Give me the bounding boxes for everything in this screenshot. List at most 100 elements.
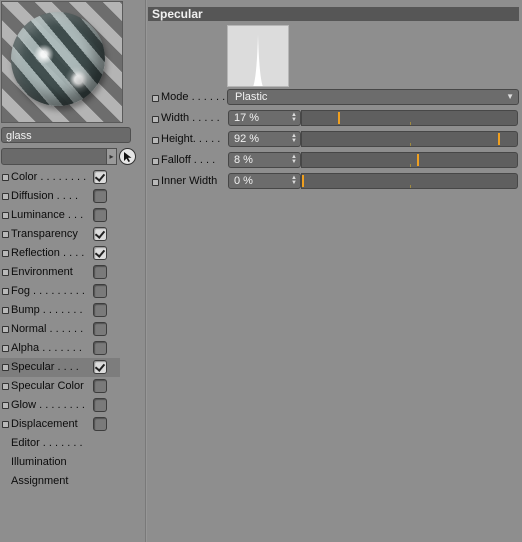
param-slider[interactable] <box>301 173 518 189</box>
panel-title: Specular <box>148 7 519 21</box>
channel-checkbox[interactable] <box>93 360 107 374</box>
channel-dot-icon <box>2 231 9 238</box>
channel-checkbox[interactable] <box>93 284 107 298</box>
param-slider[interactable] <box>301 110 518 126</box>
param-value-field[interactable]: 0 % ▲ ▼ <box>228 173 301 189</box>
tab-item[interactable]: Illumination <box>11 456 67 468</box>
slider-handle[interactable] <box>338 112 340 124</box>
channel-checkbox[interactable] <box>93 341 107 355</box>
channel-label: Glow . . . . . . . . <box>11 399 85 411</box>
param-row: Falloff . . . . 8 % ▲ ▼ <box>148 152 520 169</box>
channel-checkbox[interactable] <box>93 265 107 279</box>
channel-list-pane: glass ▸ Color . . . . . . . . Diffusion .… <box>0 0 145 542</box>
channel-dot-icon <box>2 288 9 295</box>
channel-dot-icon <box>2 307 9 314</box>
channel-dot-icon <box>2 326 9 333</box>
spinner-arrows-icon[interactable]: ▲ ▼ <box>291 112 297 123</box>
param-label: Height. . . . . <box>161 133 221 145</box>
material-path-field[interactable] <box>1 148 107 165</box>
pick-arrow-icon[interactable] <box>119 148 136 165</box>
spinner-arrows-icon[interactable]: ▲ ▼ <box>291 154 297 165</box>
channel-label: Alpha . . . . . . . <box>11 342 82 354</box>
param-row: Height. . . . . 92 % ▲ ▼ <box>148 131 520 148</box>
channel-dot-icon <box>2 174 9 181</box>
tab-item[interactable]: Editor . . . . . . . <box>11 437 83 449</box>
animate-dot-icon[interactable] <box>152 158 159 165</box>
channel-item[interactable]: Bump . . . . . . . <box>0 301 143 320</box>
param-value-field[interactable]: 92 % ▲ ▼ <box>228 131 301 147</box>
material-name-field[interactable]: glass <box>1 127 131 143</box>
channel-item[interactable]: Alpha . . . . . . . <box>0 339 143 358</box>
spinner-arrows-icon[interactable]: ▲ ▼ <box>291 175 297 186</box>
chevron-down-icon: ▼ <box>506 92 514 101</box>
pane-splitter[interactable] <box>145 0 147 542</box>
channel-label: Diffusion . . . . <box>11 190 79 202</box>
channel-label: Transparency <box>11 228 78 240</box>
channel-checkbox[interactable] <box>93 303 107 317</box>
channel-item[interactable]: Diffusion . . . . <box>0 187 143 206</box>
slider-handle[interactable] <box>417 154 419 166</box>
channel-item[interactable]: Fog . . . . . . . . . <box>0 282 143 301</box>
specular-curve-preview <box>227 25 289 87</box>
channel-checkbox[interactable] <box>93 208 107 222</box>
channel-checkbox[interactable] <box>93 246 107 260</box>
slider-midtick <box>410 185 411 188</box>
channel-label: Specular . . . . <box>11 361 79 373</box>
channel-label: Environment <box>11 266 73 278</box>
slider-handle[interactable] <box>302 175 304 187</box>
channel-label: Fog . . . . . . . . . <box>11 285 85 297</box>
param-value: 92 % <box>234 133 260 145</box>
mode-value: Plastic <box>235 91 268 103</box>
channel-label: Displacement <box>11 418 78 430</box>
channel-item[interactable]: Color . . . . . . . . <box>0 168 143 187</box>
channel-dot-icon <box>2 345 9 352</box>
channel-checkbox[interactable] <box>93 170 107 184</box>
channel-checkbox[interactable] <box>93 227 107 241</box>
slider-handle[interactable] <box>498 133 500 145</box>
channel-dot-icon <box>2 250 9 257</box>
mode-dropdown[interactable]: Plastic ▼ <box>227 89 519 105</box>
param-value-field[interactable]: 17 % ▲ ▼ <box>228 110 301 126</box>
channel-dot-icon <box>2 383 9 390</box>
channel-checkbox[interactable] <box>93 189 107 203</box>
channel-item[interactable]: Transparency <box>0 225 143 244</box>
material-preview[interactable] <box>1 1 123 123</box>
param-label: Falloff . . . . <box>161 154 216 166</box>
slider-midtick <box>410 122 411 125</box>
param-row: Width . . . . . 17 % ▲ ▼ <box>148 110 520 127</box>
animate-dot-icon[interactable] <box>152 95 159 102</box>
channel-item[interactable]: Specular Color <box>0 377 143 396</box>
channel-item[interactable]: Environment <box>0 263 143 282</box>
glass-sphere-preview <box>11 12 105 106</box>
param-value: 17 % <box>234 112 260 124</box>
tab-item[interactable]: Assignment <box>11 475 68 487</box>
channel-dot-icon <box>2 402 9 409</box>
channel-label: Normal . . . . . . <box>11 323 84 335</box>
channel-dot-icon <box>2 364 9 371</box>
mode-label: Mode . . . . . . <box>161 91 226 103</box>
animate-dot-icon[interactable] <box>152 179 159 186</box>
spinner-arrows-icon[interactable]: ▲ ▼ <box>291 133 297 144</box>
animate-dot-icon[interactable] <box>152 137 159 144</box>
channel-item[interactable]: Normal . . . . . . <box>0 320 143 339</box>
channel-label: Specular Color <box>11 380 84 392</box>
channel-dot-icon <box>2 421 9 428</box>
channel-item[interactable]: Reflection . . . . <box>0 244 143 263</box>
animate-dot-icon[interactable] <box>152 116 159 123</box>
channel-checkbox[interactable] <box>93 417 107 431</box>
param-slider[interactable] <box>301 131 518 147</box>
channel-label: Luminance . . . <box>11 209 84 221</box>
slider-midtick <box>410 143 411 146</box>
slider-midtick <box>410 164 411 167</box>
channel-item[interactable]: Luminance . . . <box>0 206 143 225</box>
channel-item[interactable]: Specular . . . . <box>0 358 120 377</box>
channel-checkbox[interactable] <box>93 379 107 393</box>
param-row: Inner Width 0 % ▲ ▼ <box>148 173 520 190</box>
path-dropdown-arrow-icon[interactable]: ▸ <box>106 148 117 165</box>
channel-checkbox[interactable] <box>93 322 107 336</box>
param-value-field[interactable]: 8 % ▲ ▼ <box>228 152 301 168</box>
channel-item[interactable]: Glow . . . . . . . . <box>0 396 143 415</box>
channel-item[interactable]: Displacement <box>0 415 143 434</box>
channel-checkbox[interactable] <box>93 398 107 412</box>
param-slider[interactable] <box>301 152 518 168</box>
